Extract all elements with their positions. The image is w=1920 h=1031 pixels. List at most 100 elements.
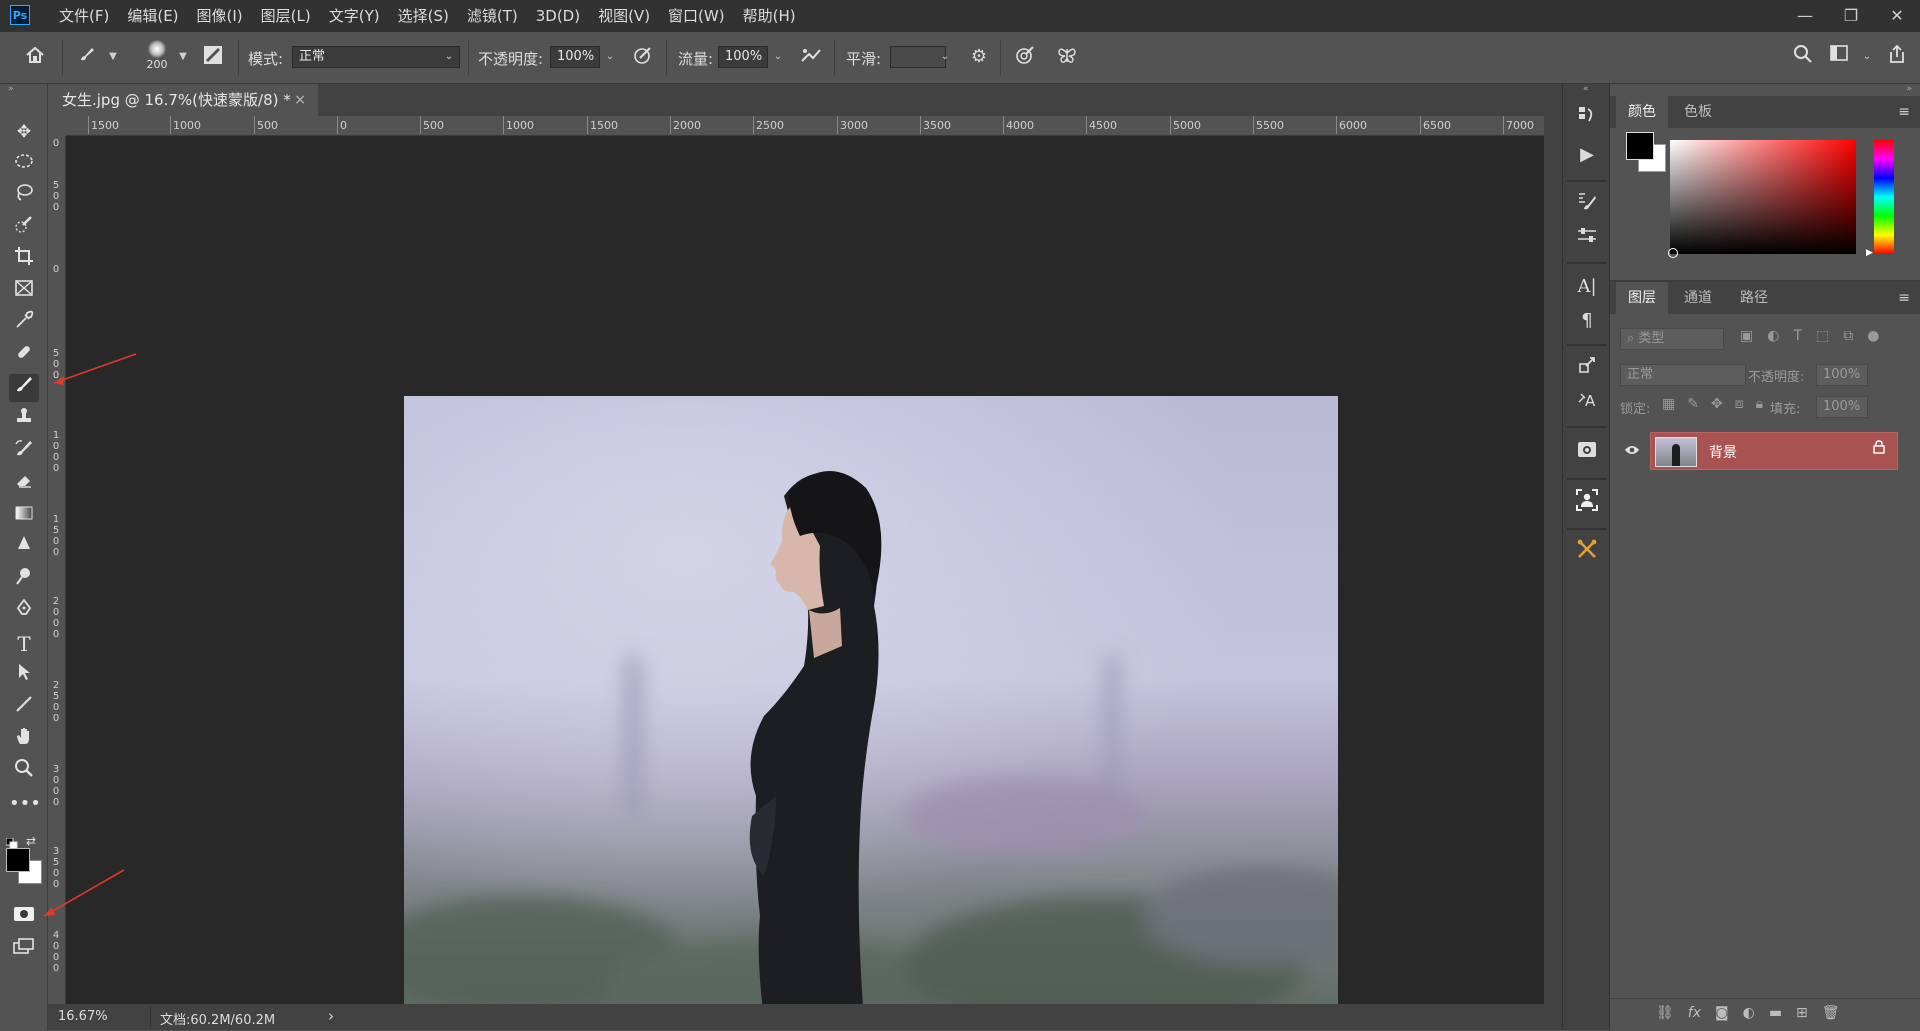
- lock-transparent-icon[interactable]: ▦: [1662, 396, 1675, 412]
- gear-icon[interactable]: ⚙: [966, 44, 992, 70]
- filter-toggle-icon[interactable]: ●: [1867, 328, 1879, 344]
- vertical-scrollbar[interactable]: [1544, 116, 1562, 1004]
- menu-view[interactable]: 视图(V): [589, 0, 659, 32]
- menu-type[interactable]: 文字(Y): [320, 0, 389, 32]
- color-picker-cursor: [1668, 248, 1678, 258]
- history-panel-icon[interactable]: [1572, 104, 1602, 134]
- menu-layer[interactable]: 图层(L): [252, 0, 320, 32]
- ruler-tick: 7000: [1503, 116, 1534, 134]
- tab-color[interactable]: 颜色: [1616, 96, 1668, 128]
- adjustment-filter-icon[interactable]: ◐: [1767, 328, 1779, 344]
- hue-slider[interactable]: [1874, 140, 1894, 254]
- menu-window[interactable]: 窗口(W): [659, 0, 734, 32]
- fill-input[interactable]: 100%: [1816, 396, 1868, 418]
- people-select-panel-icon[interactable]: [1572, 488, 1602, 518]
- menu-select[interactable]: 选择(S): [389, 0, 458, 32]
- flow-input[interactable]: 100%: [718, 46, 768, 68]
- tab-channels[interactable]: 通道: [1672, 282, 1724, 314]
- eye-visibility-icon[interactable]: [1624, 444, 1640, 460]
- brush-settings-panel-icon[interactable]: [200, 44, 226, 70]
- character-panel-icon[interactable]: A|: [1572, 272, 1602, 302]
- chevron-down-icon[interactable]: ⌄: [1858, 46, 1876, 68]
- airbrush-icon[interactable]: [798, 44, 824, 70]
- zoom-level[interactable]: 16.67%: [58, 1009, 108, 1024]
- lock-label: 锁定:: [1620, 402, 1651, 417]
- symmetry-butterfly-icon[interactable]: [1054, 44, 1080, 70]
- ruler-tick: 3500: [920, 116, 951, 134]
- paragraph-panel-icon[interactable]: ¶: [1572, 306, 1602, 336]
- chevron-down-icon[interactable]: ⌄: [601, 46, 619, 68]
- new-layer-icon[interactable]: ⊞: [1796, 1005, 1808, 1021]
- mode-select[interactable]: 正常: [292, 46, 460, 68]
- shape-filter-icon[interactable]: ⬚: [1816, 328, 1829, 344]
- ruler-tick: 3000: [837, 116, 868, 134]
- smoothing-label: 平滑:: [846, 50, 882, 68]
- collapse-icon[interactable]: «: [1583, 84, 1589, 94]
- layer-filter-kind: 类型: [1638, 331, 1665, 346]
- pressure-size-icon[interactable]: [1012, 44, 1038, 70]
- camera-panel-icon[interactable]: [1572, 438, 1602, 468]
- layer-opacity-input[interactable]: 100%: [1816, 364, 1868, 386]
- lock-image-icon[interactable]: ✎: [1687, 396, 1699, 412]
- layers-panel-tabs: 图层 通道 路径 ≡: [1610, 282, 1920, 314]
- glyphs-panel-icon[interactable]: A: [1572, 388, 1602, 418]
- opacity-input[interactable]: 100%: [550, 46, 600, 68]
- panel-menu-icon[interactable]: ≡: [1898, 104, 1910, 120]
- blend-mode-select[interactable]: 正常: [1620, 364, 1746, 386]
- pressure-opacity-icon[interactable]: [630, 44, 656, 70]
- ruler-tick: 1500: [587, 116, 618, 134]
- layer-style-fx-icon[interactable]: fx: [1688, 1005, 1701, 1021]
- layer-filter-select[interactable]: ⌕ 类型: [1620, 328, 1724, 350]
- close-window-button[interactable]: ✕: [1874, 0, 1920, 32]
- right-panels: » 颜色 色板 ≡ ▶ 图层 通道 路径 ≡ ⌕ 类型 ▣ ◐ T ⬚ ⧉ ● …: [1610, 84, 1920, 1031]
- workspace-icon[interactable]: [1826, 44, 1852, 70]
- clone-source-panel-icon[interactable]: [1572, 354, 1602, 384]
- chevron-down-icon: ⌄: [444, 51, 454, 62]
- chevron-down-icon[interactable]: ⌄: [769, 46, 787, 68]
- share-icon[interactable]: [1884, 44, 1910, 70]
- delete-layer-icon[interactable]: 🗑︎: [1822, 1005, 1840, 1021]
- adjustment-layer-icon[interactable]: ◐: [1743, 1005, 1755, 1021]
- image-filter-icon[interactable]: ▣: [1740, 328, 1753, 344]
- layer-filter-icons: ▣ ◐ T ⬚ ⧉ ●: [1740, 328, 1879, 344]
- link-layers-icon[interactable]: ⛓: [1656, 1005, 1674, 1021]
- layer-row-background[interactable]: 背景: [1650, 432, 1898, 470]
- document-image[interactable]: [404, 396, 1338, 1019]
- menu-filter[interactable]: 滤镜(T): [458, 0, 527, 32]
- smart-object-filter-icon[interactable]: ⧉: [1843, 328, 1853, 344]
- tools-plugin-icon[interactable]: [1572, 538, 1602, 568]
- lock-icons: ▦ ✎ ✥ ⧈ 🔒︎: [1662, 396, 1763, 412]
- type-filter-icon[interactable]: T: [1793, 328, 1802, 344]
- lock-position-icon[interactable]: ✥: [1711, 396, 1723, 412]
- minimize-button[interactable]: —: [1782, 0, 1828, 32]
- lock-icon: [1873, 440, 1885, 458]
- menu-help[interactable]: 帮助(H): [734, 0, 805, 32]
- brushes-panel-icon[interactable]: [1572, 190, 1602, 220]
- status-menu-arrow[interactable]: ›: [328, 1007, 334, 1025]
- restore-button[interactable]: ❐: [1828, 0, 1874, 32]
- chevron-down-icon[interactable]: ⌄: [936, 46, 954, 68]
- collapse-icon[interactable]: »: [1906, 84, 1912, 94]
- color-panel-tabs: 颜色 色板 ≡: [1610, 96, 1920, 128]
- tab-swatches[interactable]: 色板: [1672, 96, 1724, 128]
- adjustments-panel-icon[interactable]: [1572, 224, 1602, 254]
- tab-paths[interactable]: 路径: [1728, 282, 1780, 314]
- menu-3d[interactable]: 3D(D): [527, 0, 589, 32]
- color-picker-field[interactable]: [1670, 140, 1856, 254]
- mode-label: 模式:: [248, 50, 284, 68]
- close-tab-icon[interactable]: ×: [294, 84, 306, 116]
- color-panel-foreground-swatch[interactable]: [1626, 132, 1654, 160]
- lock-all-icon[interactable]: 🔒︎: [1756, 396, 1763, 412]
- layer-name[interactable]: 背景: [1709, 442, 1737, 462]
- tab-layers[interactable]: 图层: [1616, 282, 1668, 314]
- search-icon[interactable]: [1790, 44, 1816, 70]
- panel-menu-icon[interactable]: ≡: [1898, 290, 1910, 306]
- ruler-tick: 500: [254, 116, 278, 134]
- lock-artboard-icon[interactable]: ⧈: [1735, 396, 1744, 412]
- add-mask-icon[interactable]: ◙: [1715, 1005, 1729, 1021]
- actions-play-icon[interactable]: ▶: [1572, 140, 1602, 170]
- search-icon: ⌕: [1627, 331, 1635, 346]
- new-group-icon[interactable]: ▬: [1769, 1005, 1782, 1021]
- canvas-area[interactable]: [43, 136, 1544, 1019]
- hue-slider-handle[interactable]: ▶: [1866, 248, 1873, 258]
